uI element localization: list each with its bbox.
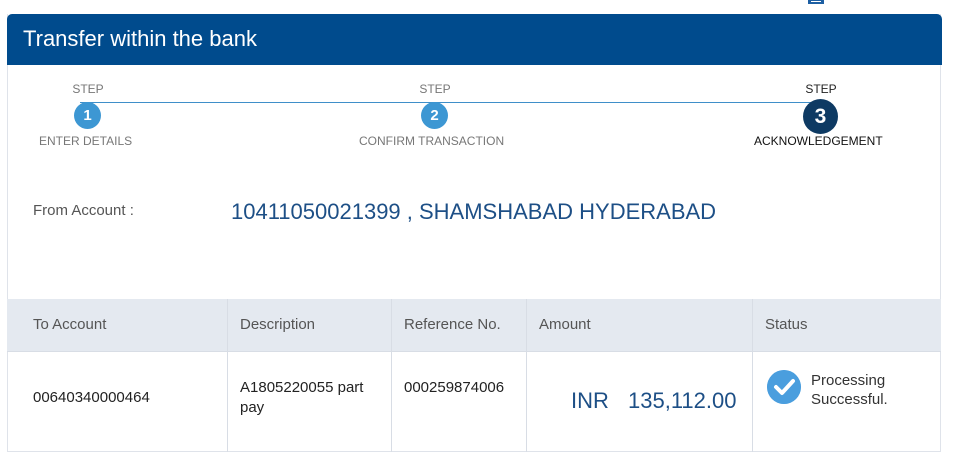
panel-header: Transfer within the bank [7,14,942,65]
status-line-1: Processing [811,372,886,389]
document-icon[interactable] [806,0,826,5]
stepper-track [80,102,820,103]
step-1-circle: 1 [74,102,101,129]
status-line-2: Successful. [811,391,888,408]
status-text: Processing Successful. [811,371,888,409]
from-account-label: From Account : [33,202,134,219]
step-2-label: CONFIRM TRANSACTION [359,134,505,148]
panel-title: Transfer within the bank [23,26,257,51]
step-3-label: ACKNOWLEDGEMENT [754,134,883,148]
step-3-word: STEP [805,82,837,96]
check-circle-icon [767,370,801,404]
from-account-value: 10411050021399 , SHAMSHABAD HYDERABAD [231,199,717,224]
step-2-word: STEP [419,82,451,96]
step-1-label: ENTER DETAILS [39,134,133,148]
step-3-circle: 3 [803,99,838,134]
status-cell: Processing Successful. [7,299,941,452]
step-2-circle: 2 [421,102,448,129]
step-1-word: STEP [72,82,104,96]
